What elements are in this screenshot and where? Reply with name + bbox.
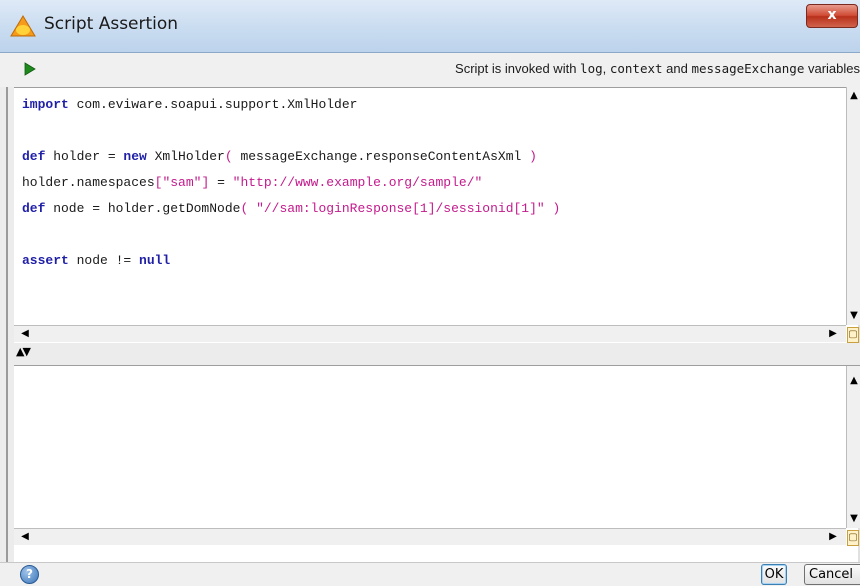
code-line: assert node != null — [22, 253, 171, 268]
soapui-icon — [10, 15, 36, 37]
scroll-up-icon[interactable]: ▲ — [847, 374, 860, 388]
scroll-down-icon[interactable]: ▼ — [847, 512, 860, 526]
left-gutter — [0, 87, 14, 562]
play-icon[interactable] — [24, 62, 36, 76]
scroll-corner-icon: ▢ — [847, 327, 859, 343]
editor-vertical-scrollbar[interactable]: ▲ ▼ — [846, 87, 860, 325]
script-editor[interactable]: import com.eviware.soapui.support.XmlHol… — [14, 87, 846, 326]
code-line: def node = holder.getDomNode( "//sam:log… — [22, 201, 561, 216]
toolbar: Script is invoked with log, context and … — [0, 53, 860, 88]
dialog-footer: ? OK Cancel — [0, 562, 860, 586]
script-variables-hint: Script is invoked with log, context and … — [455, 61, 860, 76]
pane-splitter[interactable]: ▲▼ — [14, 343, 860, 366]
close-button[interactable]: x — [806, 4, 858, 28]
close-icon: x — [827, 7, 837, 23]
scroll-left-icon[interactable]: ◀ — [18, 530, 32, 544]
code-line: import com.eviware.soapui.support.XmlHol… — [22, 97, 358, 112]
scroll-up-icon[interactable]: ▲ — [847, 89, 860, 103]
help-icon[interactable]: ? — [20, 565, 39, 584]
title-bar: Script Assertion x — [0, 0, 860, 53]
code-line: def holder = new XmlHolder( messageExcha… — [22, 149, 537, 164]
scroll-corner-icon: ▢ — [847, 530, 859, 546]
scroll-right-icon[interactable]: ▶ — [826, 327, 840, 341]
output-vertical-scrollbar[interactable]: ▲ ▼ — [846, 366, 860, 528]
output-horizontal-scrollbar[interactable]: ◀ ▶ — [14, 528, 846, 545]
window-title: Script Assertion — [44, 14, 179, 34]
collapse-expand-icon[interactable]: ▲▼ — [16, 345, 31, 358]
output-pane[interactable] — [14, 366, 846, 528]
code-line: holder.namespaces["sam"] = "http://www.e… — [22, 175, 483, 190]
ok-button[interactable]: OK — [761, 564, 787, 585]
cancel-button[interactable]: Cancel — [804, 564, 860, 585]
scroll-left-icon[interactable]: ◀ — [18, 327, 32, 341]
scroll-right-icon[interactable]: ▶ — [826, 530, 840, 544]
script-code[interactable]: import com.eviware.soapui.support.XmlHol… — [22, 92, 560, 274]
scroll-down-icon[interactable]: ▼ — [847, 309, 860, 323]
editor-horizontal-scrollbar[interactable]: ◀ ▶ — [14, 325, 846, 342]
